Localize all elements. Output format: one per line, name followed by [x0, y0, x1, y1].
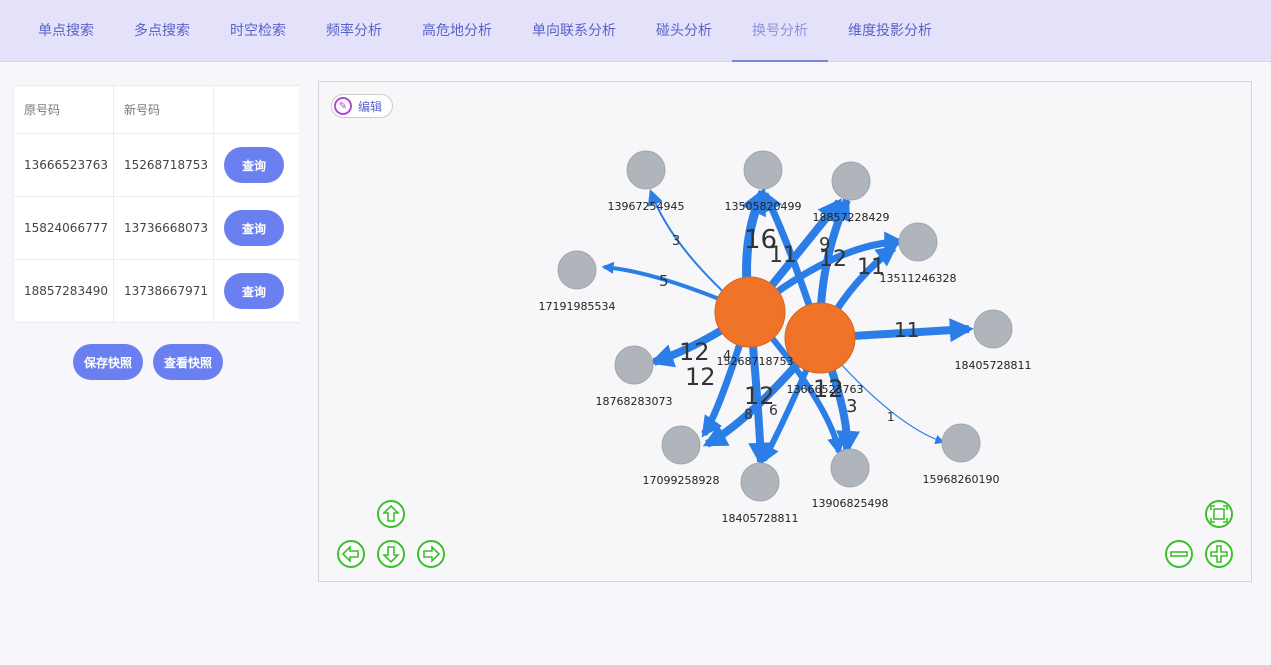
arrow-down-icon[interactable]: [376, 539, 406, 569]
graph-node[interactable]: [830, 448, 870, 488]
node-label: 18405728811: [955, 359, 1032, 372]
graph-node[interactable]: [973, 309, 1013, 349]
tab-bar: 单点搜索 多点搜索 时空检索 频率分析 高危地分析 单向联系分析 碰头分析 换号…: [0, 0, 1271, 62]
node-label: 15968260190: [923, 473, 1000, 486]
node-label: 18405728811: [722, 512, 799, 525]
query-button[interactable]: 查询: [224, 147, 284, 183]
graph-center-node[interactable]: [714, 276, 786, 348]
tab-meeting-analysis[interactable]: 碰头分析: [644, 0, 724, 61]
table-row: 18857283490 13738667971 查询: [14, 260, 299, 322]
graph-node[interactable]: [557, 250, 597, 290]
edge-label: 12: [819, 247, 847, 272]
graph-node[interactable]: [743, 150, 783, 190]
node-label: 18857228429: [813, 211, 890, 224]
node-label: 13511246328: [880, 272, 957, 285]
node-label: 18768283073: [596, 395, 673, 408]
tab-multi-point-search[interactable]: 多点搜索: [122, 0, 202, 61]
table-header-row: 原号码 新号码: [14, 86, 299, 134]
new-number-cell: 13736668073: [114, 197, 214, 259]
node-label: 13505820499: [725, 200, 802, 213]
number-change-table: 原号码 新号码 13666523763 15268718753 查询 15824…: [13, 85, 299, 323]
center-node-label: 15268718753: [717, 355, 794, 368]
graph-node[interactable]: [831, 161, 871, 201]
tab-dimension-projection-analysis[interactable]: 维度投影分析: [838, 0, 942, 61]
graph-node[interactable]: [740, 462, 780, 502]
tab-one-way-contact-analysis[interactable]: 单向联系分析: [520, 0, 628, 61]
original-number-cell: 18857283490: [14, 260, 114, 322]
header-new-number: 新号码: [114, 86, 214, 133]
arrow-up-icon[interactable]: [376, 499, 406, 529]
new-number-cell: 13738667971: [114, 260, 214, 322]
graph-node[interactable]: [941, 423, 981, 463]
original-number-cell: 13666523763: [14, 134, 114, 196]
edge-label: 8: [744, 407, 753, 423]
view-snapshot-button[interactable]: 查看快照: [153, 344, 223, 380]
original-number-cell: 15824066777: [14, 197, 114, 259]
zoom-in-icon[interactable]: [1204, 539, 1234, 569]
edge-label: 12: [679, 338, 710, 366]
tab-number-change-analysis[interactable]: 换号分析: [732, 0, 828, 62]
arrow-right-icon[interactable]: [416, 539, 446, 569]
new-number-cell: 15268718753: [114, 134, 214, 196]
table-row: 13666523763 15268718753 查询: [14, 134, 299, 197]
header-action: [214, 86, 299, 133]
edge-label: 6: [769, 403, 778, 419]
arrow-left-icon[interactable]: [336, 539, 366, 569]
tab-spatiotemporal-search[interactable]: 时空检索: [218, 0, 298, 61]
node-label: 13906825498: [812, 497, 889, 510]
zoom-out-icon[interactable]: [1164, 539, 1194, 569]
relationship-graph-panel: ✎ 编辑 3 16 11 9 12 11 5 11 12 12 12 8 6 1…: [318, 81, 1252, 582]
tab-high-risk-analysis[interactable]: 高危地分析: [410, 0, 504, 61]
edge-label: 12: [685, 363, 716, 391]
tab-frequency-analysis[interactable]: 频率分析: [314, 0, 394, 61]
graph-node[interactable]: [626, 150, 666, 190]
edge-label: 3: [672, 234, 680, 249]
save-snapshot-button[interactable]: 保存快照: [73, 344, 143, 380]
graph-node[interactable]: [898, 222, 938, 262]
edge-label: 5: [659, 272, 669, 290]
graph-node[interactable]: [614, 345, 654, 385]
edge-label: 3: [846, 396, 857, 417]
graph-center-node[interactable]: [784, 302, 856, 374]
table-row: 15824066777 13736668073 查询: [14, 197, 299, 260]
node-label: 13967254945: [608, 200, 685, 213]
edge-label: 1: [887, 410, 895, 424]
query-button[interactable]: 查询: [224, 273, 284, 309]
query-button[interactable]: 查询: [224, 210, 284, 246]
network-graph[interactable]: 3 16 11 9 12 11 5 11 12 12 12 8 6 12 3 1…: [319, 82, 1251, 581]
node-label: 17099258928: [643, 474, 720, 487]
fit-screen-icon[interactable]: [1204, 499, 1234, 529]
header-original-number: 原号码: [14, 86, 114, 133]
tab-single-point-search[interactable]: 单点搜索: [26, 0, 106, 61]
center-node-label: 13666523763: [787, 383, 864, 396]
node-label: 17191985534: [539, 300, 616, 313]
edge-label: 11: [769, 243, 797, 268]
edge-label: 11: [894, 318, 919, 342]
graph-node[interactable]: [661, 425, 701, 465]
